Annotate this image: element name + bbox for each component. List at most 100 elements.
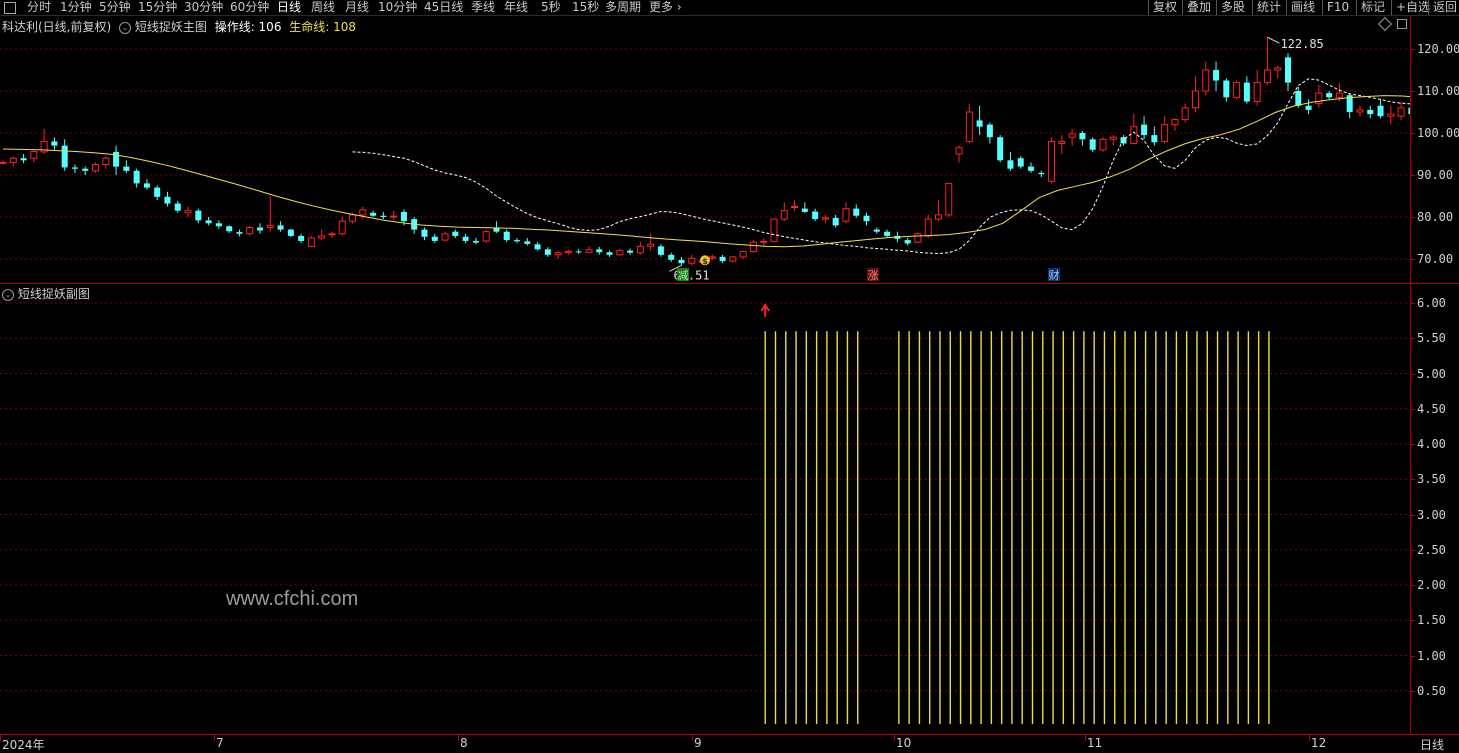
candle[interactable] [524, 238, 531, 246]
candle[interactable] [668, 252, 675, 262]
candle[interactable] [1161, 116, 1169, 144]
candle[interactable] [307, 235, 315, 248]
candle[interactable] [1017, 156, 1024, 169]
candle[interactable] [1038, 170, 1045, 178]
candle[interactable] [534, 242, 541, 251]
period-tab-3[interactable]: 15分钟 [138, 0, 177, 15]
toolbar-btn-0[interactable]: 复权 [1148, 0, 1181, 15]
candle[interactable] [821, 214, 829, 224]
candle[interactable] [760, 238, 768, 246]
candle[interactable] [544, 247, 551, 257]
candle[interactable] [370, 210, 377, 217]
toolbar-menu-icon[interactable] [4, 2, 16, 17]
main-chart-panel[interactable]: 122.85 68.51 $ 减涨财 科达利(日线,前复权) ⌄ 短线捉妖主图 操作线… [0, 16, 1410, 284]
candle[interactable] [452, 229, 459, 238]
candle[interactable] [226, 225, 233, 233]
candle[interactable] [421, 227, 428, 241]
candle[interactable] [215, 220, 222, 229]
candle[interactable] [277, 221, 284, 232]
candle[interactable] [965, 103, 973, 144]
candle[interactable] [236, 229, 243, 237]
period-tab-15[interactable]: 多周期 [605, 0, 641, 15]
candle[interactable] [842, 202, 850, 224]
candle[interactable] [616, 248, 624, 256]
period-tab-8[interactable]: 月线 [345, 0, 369, 15]
period-tab-12[interactable]: 年线 [504, 0, 528, 15]
toolbar-btn-4[interactable]: 画线 [1286, 0, 1319, 15]
candle[interactable] [1223, 78, 1230, 102]
candle[interactable] [1171, 118, 1179, 131]
period-tab-14[interactable]: 15秒 [572, 0, 599, 15]
candle[interactable] [1109, 135, 1117, 146]
candle[interactable] [1285, 53, 1291, 91]
candle[interactable] [1315, 84, 1323, 108]
candle[interactable] [184, 206, 192, 218]
period-tab-5[interactable]: 60分钟 [230, 0, 269, 15]
candle[interactable] [976, 105, 983, 136]
period-tab-16[interactable]: 更多 › [649, 0, 682, 15]
candle[interactable] [1048, 137, 1056, 184]
candle[interactable] [1007, 151, 1014, 171]
main-indicator-name[interactable]: 短线捉妖主图 [135, 20, 207, 34]
toolbar-btn-8[interactable]: 返回 [1428, 0, 1459, 15]
period-tab-11[interactable]: 季线 [471, 0, 495, 15]
candle[interactable] [636, 242, 644, 255]
candle[interactable] [564, 249, 572, 255]
candle[interactable] [1213, 61, 1220, 91]
candle[interactable] [318, 229, 326, 241]
candle[interactable] [493, 221, 500, 233]
candle[interactable] [0, 160, 7, 165]
candle[interactable] [257, 223, 263, 234]
candle[interactable] [1151, 126, 1158, 146]
candle[interactable] [554, 250, 562, 259]
sub-signal-chart[interactable] [0, 284, 1410, 733]
candle[interactable] [739, 250, 747, 259]
period-tab-9[interactable]: 10分钟 [378, 0, 417, 15]
period-tab-4[interactable]: 30分钟 [184, 0, 223, 15]
candle[interactable] [133, 168, 140, 188]
candle[interactable] [102, 156, 110, 169]
sub-indicator-name[interactable]: 短线捉妖副图 [18, 287, 90, 301]
candle[interactable] [853, 204, 860, 218]
candle[interactable] [596, 246, 603, 255]
candle[interactable] [1233, 80, 1241, 100]
candle[interactable] [997, 135, 1004, 163]
candle[interactable] [30, 149, 38, 163]
candle[interactable] [1079, 130, 1086, 146]
candle[interactable] [1191, 76, 1199, 112]
candle[interactable] [61, 139, 68, 171]
candle[interactable] [20, 154, 27, 164]
candle[interactable] [1181, 103, 1189, 123]
candle[interactable] [1089, 137, 1096, 152]
candle[interactable] [627, 248, 634, 255]
collapse-indicator-icon[interactable]: ⌄ [119, 21, 132, 34]
candle[interactable] [164, 191, 171, 207]
candle[interactable] [1356, 105, 1364, 117]
buy-signal-icon[interactable]: $ [700, 255, 710, 266]
candle[interactable] [884, 229, 891, 238]
candle[interactable] [1263, 37, 1271, 85]
period-tab-1[interactable]: 1分钟 [60, 0, 92, 15]
price-axis[interactable]: 120.00 110.00 100.00 90.00 80.00 70.00 6.00 5.5… [1410, 16, 1459, 733]
candle[interactable] [390, 210, 398, 221]
candle[interactable] [154, 185, 161, 201]
toolbar-btn-2[interactable]: 多股 [1216, 0, 1249, 15]
candle[interactable] [9, 156, 17, 167]
candle[interactable] [246, 225, 254, 236]
candle[interactable] [482, 229, 490, 244]
candle[interactable] [1253, 70, 1261, 106]
candle[interactable] [873, 227, 880, 234]
candle[interactable] [1099, 137, 1107, 152]
panel-maximize-icon[interactable] [1397, 19, 1407, 29]
date-axis[interactable]: 日线 2024年 7 8 9 10 11 12 [0, 734, 1459, 752]
collapse-subindicator-icon[interactable]: ⌄ [2, 288, 14, 301]
candle[interactable] [924, 214, 932, 238]
candle[interactable] [195, 208, 202, 224]
candle[interactable] [1068, 128, 1076, 146]
candle[interactable] [863, 212, 870, 226]
candle[interactable] [472, 238, 479, 245]
candle[interactable] [1397, 101, 1405, 121]
candle[interactable] [328, 231, 336, 238]
period-tab-10[interactable]: 45日线 [424, 0, 463, 15]
candle[interactable] [380, 211, 387, 220]
